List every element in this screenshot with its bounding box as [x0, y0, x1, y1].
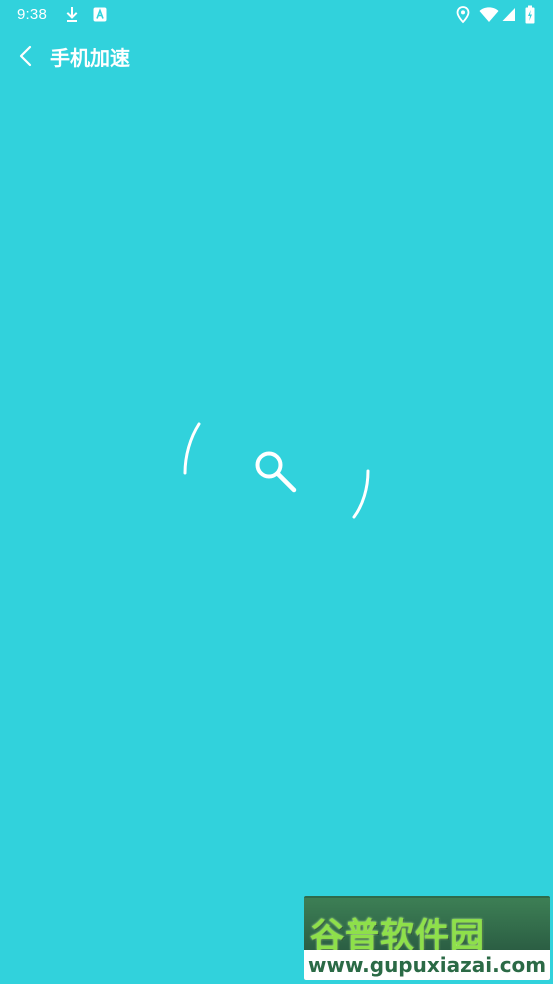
watermark-url-band: www.gupuxiazai.com	[304, 950, 550, 980]
scan-arc-left	[183, 422, 201, 475]
chevron-left-icon	[19, 45, 32, 67]
battery-icon	[525, 5, 535, 28]
signal-icon	[502, 7, 516, 26]
download-icon	[64, 6, 80, 28]
app-screen: 9:38 手机加速 谷普软件园 www.gupuxiazai.com	[0, 0, 553, 984]
watermark-title-band: 谷普软件园	[304, 898, 550, 956]
wifi-icon	[479, 7, 499, 27]
watermark: 谷普软件园 www.gupuxiazai.com	[304, 896, 550, 980]
app-header: 手机加速	[0, 36, 553, 76]
scan-arc-right	[352, 469, 370, 519]
search-icon	[255, 451, 297, 493]
page-title: 手机加速	[50, 46, 130, 70]
location-icon	[456, 6, 470, 28]
watermark-url: www.gupuxiazai.com	[308, 953, 547, 977]
scan-animation	[176, 416, 376, 526]
back-button[interactable]	[10, 40, 42, 72]
a-badge-icon	[93, 7, 107, 26]
status-bar: 9:38	[0, 0, 553, 30]
status-time: 9:38	[17, 6, 47, 23]
